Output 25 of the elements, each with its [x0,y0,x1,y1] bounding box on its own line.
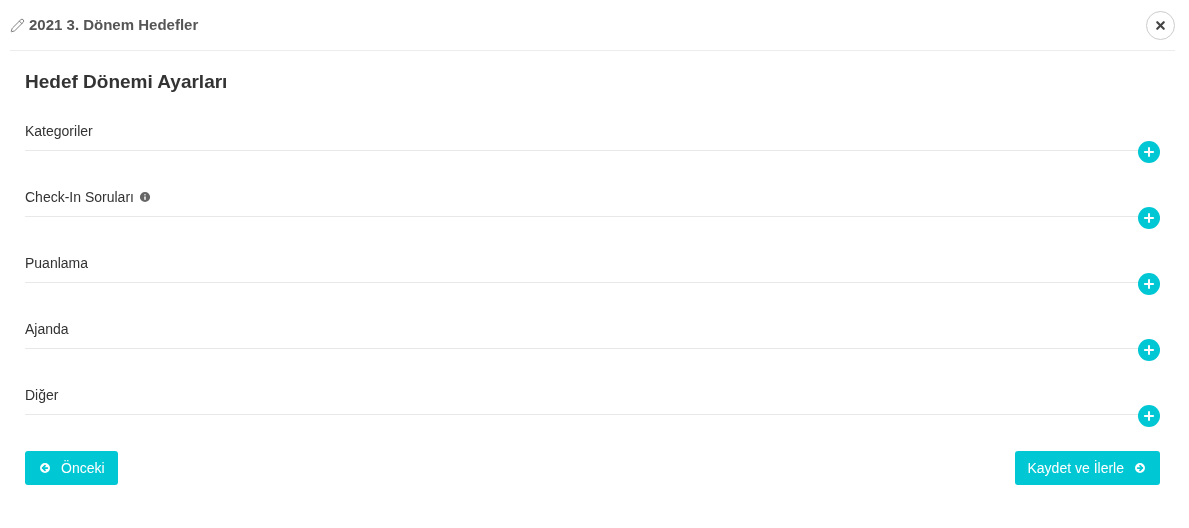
plus-icon [1142,211,1156,225]
plus-icon [1142,409,1156,423]
plus-icon [1142,343,1156,357]
add-button[interactable] [1138,207,1160,229]
setting-label: Ajanda [25,319,69,339]
setting-label: Check-In Soruları [25,187,134,207]
arrow-right-icon [1133,461,1147,475]
pencil-icon [10,17,25,33]
section-heading: Hedef Dönemi Ayarları [25,70,229,94]
close-icon [1154,18,1167,32]
setting-label: Puanlama [25,253,89,273]
plus-icon [1142,145,1156,159]
arrow-left-icon [38,461,52,475]
setting-label: Diğer [25,385,59,405]
info-icon[interactable] [137,190,152,204]
plus-icon [1142,277,1156,291]
save-next-button[interactable]: Kaydet ve İlerle [1014,451,1160,485]
add-button[interactable] [1138,141,1160,163]
add-button[interactable] [1138,339,1160,361]
window-title: 2021 3. Dönem Hedefler [29,14,199,35]
setting-label: Kategoriler [25,121,93,141]
previous-button[interactable]: Önceki [25,451,118,485]
add-button[interactable] [1138,405,1160,427]
add-button[interactable] [1138,273,1160,295]
close-button[interactable] [1146,10,1175,40]
